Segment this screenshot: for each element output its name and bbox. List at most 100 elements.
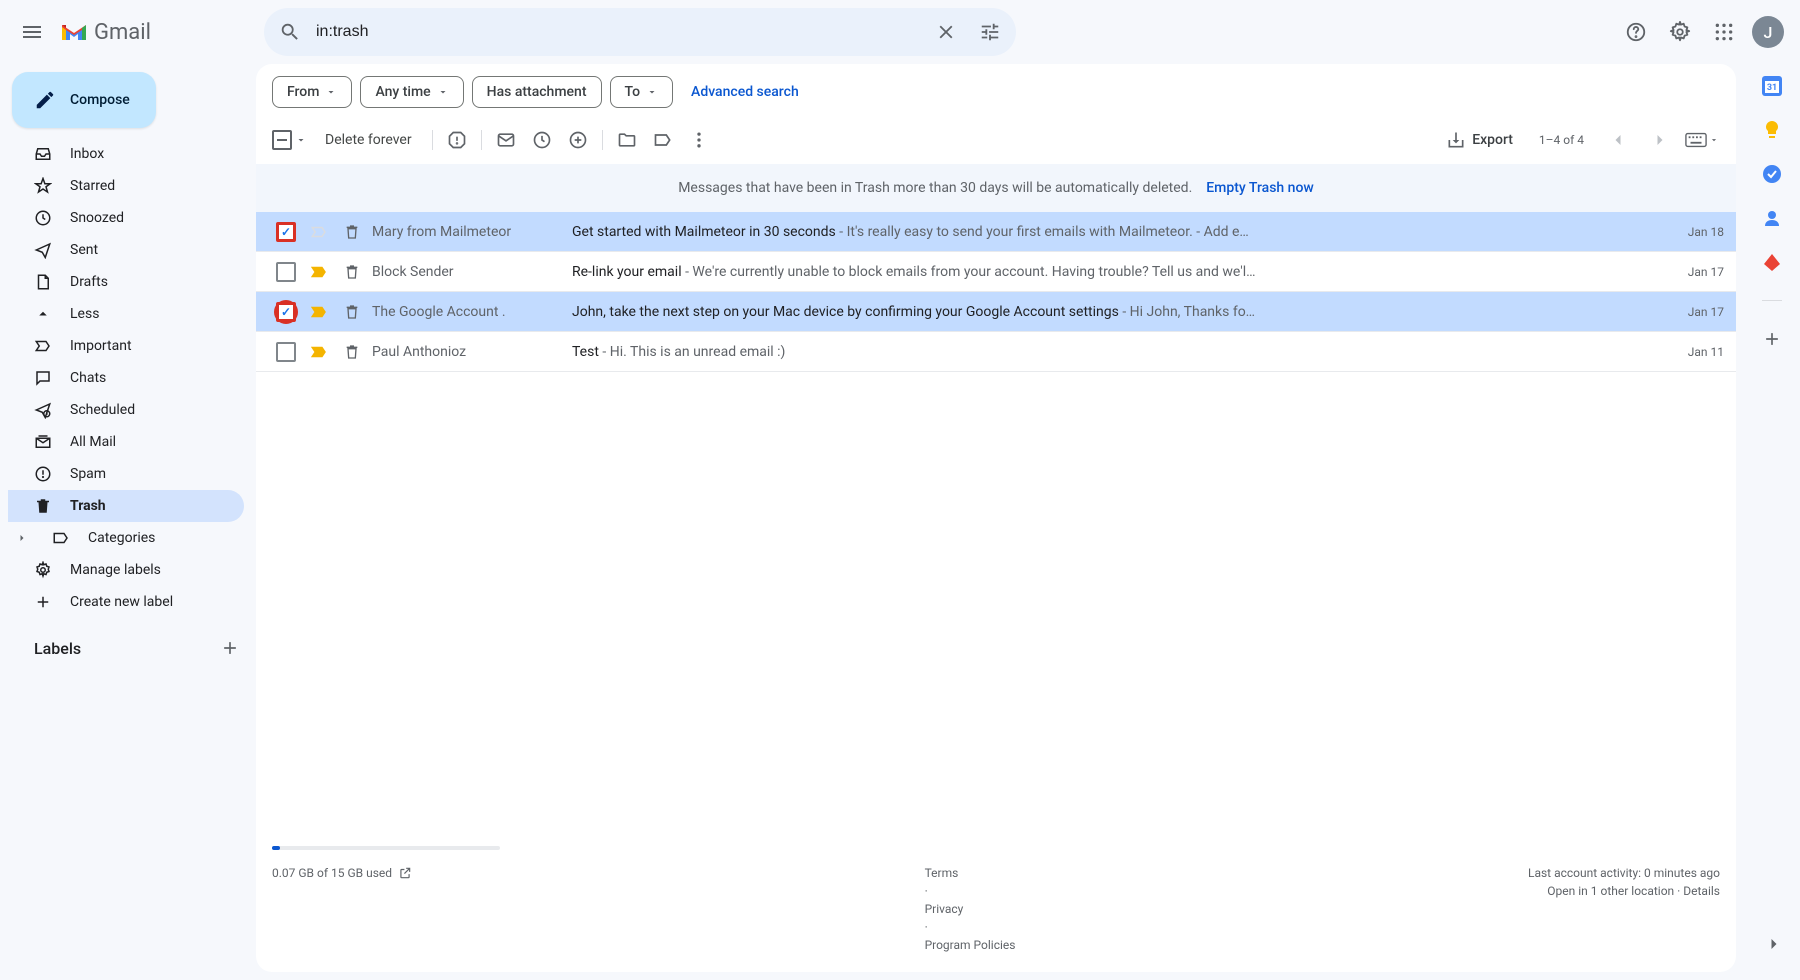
- sidebar-item-snoozed[interactable]: Snoozed: [8, 202, 244, 234]
- filter-hasattachment[interactable]: Has attachment: [472, 76, 602, 108]
- filter-anytime[interactable]: Any time: [360, 76, 463, 108]
- policies-link[interactable]: Program Policies: [925, 938, 1016, 952]
- trash-icon: [344, 344, 362, 360]
- row-checkbox[interactable]: [276, 302, 296, 322]
- allmail-icon: [34, 433, 52, 451]
- content: From Any time Has attachment To Advanced…: [256, 64, 1736, 972]
- sidebar-item-create-new-label[interactable]: Create new label: [8, 586, 244, 618]
- mail-row[interactable]: Mary from MailmeteorGet started with Mai…: [256, 212, 1736, 252]
- calendar-app[interactable]: 31: [1762, 76, 1782, 96]
- input-tools-button[interactable]: [1684, 122, 1720, 158]
- google-apps-button[interactable]: [1704, 12, 1744, 52]
- snooze-button[interactable]: [524, 122, 560, 158]
- get-addons[interactable]: [1762, 329, 1782, 349]
- mail-row[interactable]: Block SenderRe-link your email - We're c…: [256, 252, 1736, 292]
- prev-page-button[interactable]: [1600, 122, 1636, 158]
- sidebar-item-scheduled[interactable]: Scheduled: [8, 394, 244, 426]
- select-all-checkbox[interactable]: [272, 130, 292, 150]
- sidebar-item-less[interactable]: Less: [8, 298, 244, 330]
- pencil-icon: [34, 89, 56, 111]
- sidebar-item-inbox[interactable]: Inbox: [8, 138, 244, 170]
- chat-icon: [34, 369, 52, 387]
- svg-text:31: 31: [1767, 83, 1777, 93]
- subject-snippet: John, take the next step on your Mac dev…: [572, 304, 1634, 320]
- mark-unread-button[interactable]: [488, 122, 524, 158]
- nav-label: Sent: [70, 242, 98, 258]
- chevup-icon: [34, 305, 52, 323]
- support-button[interactable]: [1616, 12, 1656, 52]
- importance-icon: [310, 263, 328, 281]
- sidebar-item-manage-labels[interactable]: Manage labels: [8, 554, 244, 586]
- header-right: J: [1616, 12, 1792, 52]
- select-all[interactable]: [272, 130, 311, 150]
- nav-label: Inbox: [70, 146, 104, 162]
- apps-grid-icon: [1714, 22, 1734, 42]
- details-link[interactable]: Details: [1683, 884, 1720, 898]
- advanced-search-link[interactable]: Advanced search: [691, 84, 799, 100]
- delete-forever-button[interactable]: Delete forever: [311, 132, 426, 148]
- export-button[interactable]: Export: [1446, 130, 1523, 150]
- trash-icon: [344, 264, 362, 280]
- next-page-button[interactable]: [1642, 122, 1678, 158]
- nav-label: Scheduled: [70, 402, 135, 418]
- row-checkbox[interactable]: [276, 342, 296, 362]
- sidebar-item-categories[interactable]: Categories: [8, 522, 244, 554]
- empty-trash-button[interactable]: Empty Trash now: [1206, 180, 1314, 196]
- sidebar-item-chats[interactable]: Chats: [8, 362, 244, 394]
- sidebar-item-trash[interactable]: Trash: [8, 490, 244, 522]
- search-icon: [279, 21, 301, 43]
- compose-button[interactable]: Compose: [12, 72, 156, 128]
- search-clear-button[interactable]: [924, 10, 968, 54]
- report-spam-button[interactable]: [439, 122, 475, 158]
- trash-banner-text: Messages that have been in Trash more th…: [678, 180, 1192, 196]
- tasks-app[interactable]: [1762, 164, 1782, 184]
- add-label-button[interactable]: [216, 634, 244, 662]
- search-button[interactable]: [268, 10, 312, 54]
- row-checkbox[interactable]: [276, 222, 296, 242]
- external-link-icon[interactable]: [398, 866, 412, 880]
- sidebar-item-starred[interactable]: Starred: [8, 170, 244, 202]
- main-menu-button[interactable]: [8, 8, 56, 56]
- mail-row[interactable]: The Google Account .John, take the next …: [256, 292, 1736, 332]
- sender: The Google Account .: [372, 304, 572, 320]
- addon-app[interactable]: [1762, 252, 1782, 272]
- side-panel-toggle[interactable]: [1754, 924, 1794, 964]
- terms-link[interactable]: Terms: [925, 866, 1016, 880]
- star-button[interactable]: [310, 303, 330, 321]
- more-button[interactable]: [681, 122, 717, 158]
- search-options-button[interactable]: [968, 10, 1012, 54]
- sidebar-item-important[interactable]: Important: [8, 330, 244, 362]
- separator: [481, 130, 482, 150]
- sidebar-item-spam[interactable]: Spam: [8, 458, 244, 490]
- labels-button[interactable]: [645, 122, 681, 158]
- filter-from[interactable]: From: [272, 76, 352, 108]
- privacy-link[interactable]: Privacy: [925, 902, 1016, 916]
- mail-row[interactable]: Paul AnthoniozTest - Hi. This is an unre…: [256, 332, 1736, 372]
- chevron-down-icon[interactable]: [295, 133, 307, 147]
- search-input[interactable]: [312, 23, 924, 41]
- contacts-app[interactable]: [1762, 208, 1782, 228]
- imp-icon: [34, 337, 52, 355]
- sender: Mary from Mailmeteor: [372, 224, 572, 240]
- draft-icon: [34, 273, 52, 291]
- add-task-button[interactable]: [560, 122, 596, 158]
- sidebar-item-sent[interactable]: Sent: [8, 234, 244, 266]
- importance-icon: [310, 303, 328, 321]
- settings-button[interactable]: [1660, 12, 1700, 52]
- keep-app[interactable]: [1762, 120, 1782, 140]
- nav-list: Inbox Starred Snoozed Sent DraftsLessImporta…: [8, 138, 256, 618]
- star-button[interactable]: [310, 343, 330, 361]
- chevron-down-icon: [437, 86, 449, 98]
- row-checkbox[interactable]: [276, 262, 296, 282]
- date: Jan 18: [1674, 225, 1724, 239]
- star-button[interactable]: [310, 263, 330, 281]
- star-button[interactable]: [310, 223, 330, 241]
- account-avatar[interactable]: J: [1752, 16, 1784, 48]
- sidebar-item-drafts[interactable]: Drafts: [8, 266, 244, 298]
- gmail-logo[interactable]: Gmail: [60, 20, 151, 45]
- move-to-button[interactable]: [609, 122, 645, 158]
- separator: [1762, 300, 1782, 301]
- nav-label: Snoozed: [70, 210, 124, 226]
- filter-to[interactable]: To: [610, 76, 674, 108]
- sidebar-item-all-mail[interactable]: All Mail: [8, 426, 244, 458]
